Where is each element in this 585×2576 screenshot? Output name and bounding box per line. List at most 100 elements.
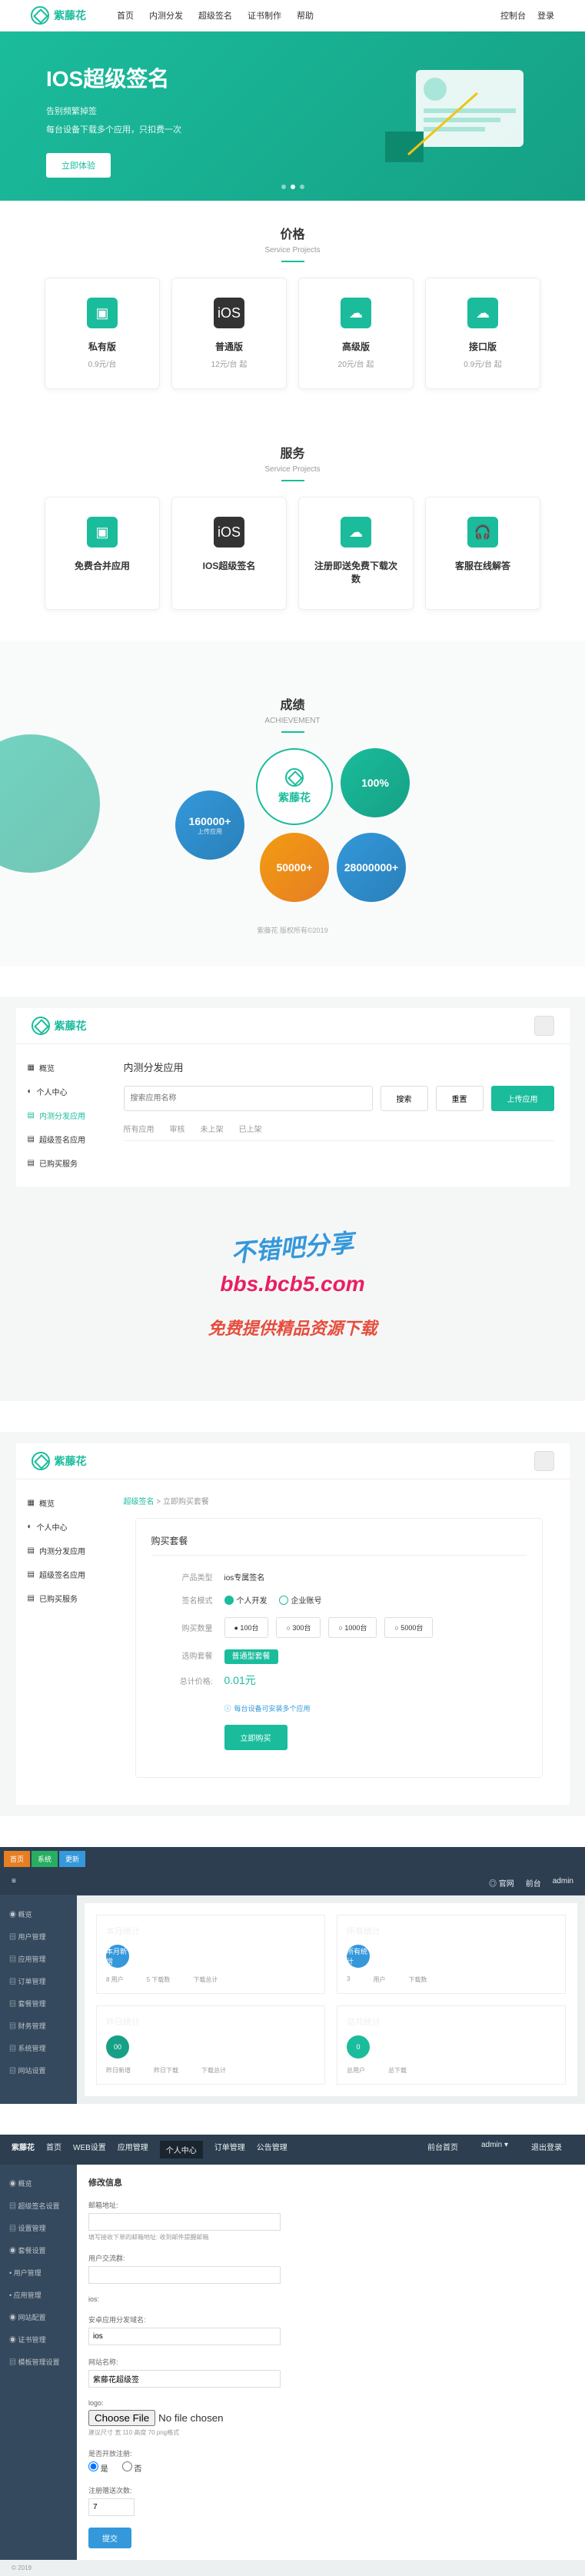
admin2-nav-item[interactable]: ◉ 证书管理 <box>0 2328 77 2351</box>
radio-no[interactable]: 否 <box>122 2465 142 2474</box>
admin-tab-update[interactable]: 更新 <box>59 1851 85 1867</box>
tab-all[interactable]: 所有应用 <box>124 1123 155 1134</box>
admin2-brand[interactable]: 紫藤花 <box>12 2141 35 2158</box>
ios-icon: iOS <box>214 517 244 547</box>
menu-icon[interactable]: ≡ <box>12 1877 16 1889</box>
sidebar-distribute[interactable]: ▤内测分发应用 <box>16 1103 108 1127</box>
group-input[interactable] <box>88 2266 281 2284</box>
sidebar-supersign[interactable]: ▤超级签名应用 <box>16 1127 108 1151</box>
sidebar-profile[interactable]: ◐个人中心 <box>16 1080 108 1103</box>
sidebar-supersign[interactable]: ▤超级签名应用 <box>16 1563 108 1586</box>
tab-unlisted[interactable]: 未上架 <box>201 1123 224 1134</box>
tab-review[interactable]: 审核 <box>170 1123 185 1134</box>
service-card-support[interactable]: 🎧 客服在线解答 <box>425 497 540 610</box>
service-card-free[interactable]: ☁ 注册即送免费下载次数 <box>298 497 414 610</box>
sidebar-purchased[interactable]: ▤已购买服务 <box>16 1586 108 1610</box>
user-avatar[interactable] <box>534 1451 554 1471</box>
tab-listed[interactable]: 已上架 <box>239 1123 262 1134</box>
bonus-input[interactable] <box>88 2498 135 2516</box>
nav-help[interactable]: 帮助 <box>297 9 314 22</box>
upload-button[interactable]: 上传应用 <box>491 1086 554 1111</box>
admin2-nav-home[interactable]: 首页 <box>46 2141 61 2158</box>
nav-supersign[interactable]: 超级签名 <box>198 9 232 22</box>
admin-tab-home[interactable]: 首页 <box>4 1851 30 1867</box>
pkg-300[interactable]: ○ 300台 <box>276 1617 321 1638</box>
reset-button[interactable]: 重置 <box>436 1086 484 1111</box>
logo[interactable]: 紫藤花 <box>31 6 86 25</box>
admin-link-front[interactable]: 前台 <box>526 1877 541 1889</box>
service-card-merge[interactable]: ▣ 免费合并应用 <box>45 497 160 610</box>
dot-2[interactable] <box>291 185 295 189</box>
admin2-nav-web[interactable]: WEB设置 <box>73 2141 106 2158</box>
admin2-nav-item[interactable]: ▤ 超级签名设置 <box>0 2195 77 2217</box>
sidebar-distribute[interactable]: ▤内测分发应用 <box>16 1539 108 1563</box>
buy-button[interactable]: 立即购买 <box>224 1725 288 1750</box>
domain-input[interactable] <box>88 2328 281 2345</box>
pricing-card-private[interactable]: ▣ 私有版 0.9元/台 <box>45 278 160 389</box>
hero-cta-button[interactable]: 立即体验 <box>46 153 111 178</box>
pkg-5000[interactable]: ○ 5000台 <box>384 1617 433 1638</box>
admin2-user[interactable]: admin ▾ <box>481 2141 508 2158</box>
admin-nav-orders[interactable]: ▤ 订单管理 <box>0 1970 77 1992</box>
sitename-input[interactable] <box>88 2370 281 2388</box>
dot-3[interactable] <box>300 185 304 189</box>
admin2-front[interactable]: 前台首页 <box>427 2141 458 2158</box>
sidebar-overview[interactable]: ▦概览 <box>16 1056 108 1080</box>
dashboard-main: 内测分发应用 搜索 重置 上传应用 所有应用 审核 未上架 已上架 <box>108 1044 570 1186</box>
stat-circle-icon: 本月新增 <box>106 1945 129 1968</box>
admin2-nav-item[interactable]: ▤ 设置管理 <box>0 2217 77 2239</box>
admin2-nav-item[interactable]: • 应用管理 <box>0 2284 77 2306</box>
package-option[interactable]: 普通型套餐 <box>224 1649 278 1664</box>
admin-sidebar: ◉ 概览 ▤ 用户管理 ▤ 应用管理 ▤ 订单管理 ▤ 套餐管理 ▤ 财务管理 … <box>0 1895 77 2104</box>
admin-nav-system[interactable]: ▤ 系统管理 <box>0 2037 77 2059</box>
sidebar-purchased[interactable]: ▤已购买服务 <box>16 1151 108 1175</box>
pricing-card-api[interactable]: ☁ 接口版 0.9元/台 起 <box>425 278 540 389</box>
admin2-nav-item[interactable]: ◉ 网站配置 <box>0 2306 77 2328</box>
logo[interactable]: 紫藤花 <box>32 1452 87 1470</box>
nav-home[interactable]: 首页 <box>117 9 134 22</box>
stat-circle-50k: 50000+ <box>260 833 329 902</box>
admin-nav-site[interactable]: ▤ 网站设置 <box>0 2059 77 2082</box>
nav-cert[interactable]: 证书制作 <box>248 9 281 22</box>
admin-nav-overview[interactable]: ◉ 概览 <box>0 1903 77 1925</box>
radio-personal[interactable]: 个人开发 <box>224 1594 268 1606</box>
pricing-card-premium[interactable]: ☁ 高级版 20元/台 起 <box>298 278 414 389</box>
admin2-nav-item[interactable]: ▤ 模板管理设置 <box>0 2351 77 2373</box>
logo-file-input[interactable] <box>88 2410 283 2426</box>
pkg-100[interactable]: ● 100台 <box>224 1617 269 1638</box>
dot-1[interactable] <box>281 185 286 189</box>
email-input[interactable] <box>88 2213 281 2231</box>
submit-button[interactable]: 提交 <box>88 2528 131 2548</box>
service-card-sign[interactable]: iOS IOS超级签名 <box>171 497 287 610</box>
sidebar-profile[interactable]: ◐个人中心 <box>16 1515 108 1539</box>
field-register: 是否开放注册: 是 否 <box>88 2448 573 2474</box>
admin-user[interactable]: admin <box>553 1877 573 1889</box>
breadcrumb-home[interactable]: 超级签名 <box>124 1498 155 1506</box>
user-avatar[interactable] <box>534 1016 554 1036</box>
admin2-nav-orders[interactable]: 订单管理 <box>214 2141 245 2158</box>
admin-tab-system[interactable]: 系统 <box>32 1851 58 1867</box>
admin2-nav-profile[interactable]: 个人中心 <box>160 2141 203 2158</box>
pkg-1000[interactable]: ○ 1000台 <box>328 1617 377 1638</box>
admin2-nav-apps[interactable]: 应用管理 <box>118 2141 148 2158</box>
admin2-nav-notices[interactable]: 公告管理 <box>257 2141 288 2158</box>
admin-nav-packages[interactable]: ▤ 套餐管理 <box>0 1992 77 2015</box>
admin2-nav-item[interactable]: ◉ 套餐设置 <box>0 2239 77 2261</box>
nav-distribute[interactable]: 内测分发 <box>149 9 183 22</box>
radio-enterprise[interactable]: 企业账号 <box>279 1594 322 1606</box>
admin2-nav-item[interactable]: ◉ 概览 <box>0 2172 77 2195</box>
pricing-card-normal[interactable]: iOS 普通版 12元/台 起 <box>171 278 287 389</box>
admin2-nav-item[interactable]: • 用户管理 <box>0 2261 77 2284</box>
admin-nav-users[interactable]: ▤ 用户管理 <box>0 1925 77 1948</box>
nav-console[interactable]: 控制台 <box>500 9 526 22</box>
nav-login[interactable]: 登录 <box>537 9 554 22</box>
admin-nav-apps[interactable]: ▤ 应用管理 <box>0 1948 77 1970</box>
logo[interactable]: 紫藤花 <box>32 1017 87 1035</box>
admin2-logout[interactable]: 退出登录 <box>531 2141 562 2158</box>
radio-yes[interactable]: 是 <box>88 2465 108 2474</box>
admin-link-site[interactable]: ◎ 官网 <box>489 1877 514 1889</box>
admin-nav-finance[interactable]: ▤ 财务管理 <box>0 2015 77 2037</box>
search-button[interactable]: 搜索 <box>381 1086 428 1111</box>
search-input[interactable] <box>124 1086 373 1111</box>
sidebar-overview[interactable]: ▦概览 <box>16 1491 108 1515</box>
